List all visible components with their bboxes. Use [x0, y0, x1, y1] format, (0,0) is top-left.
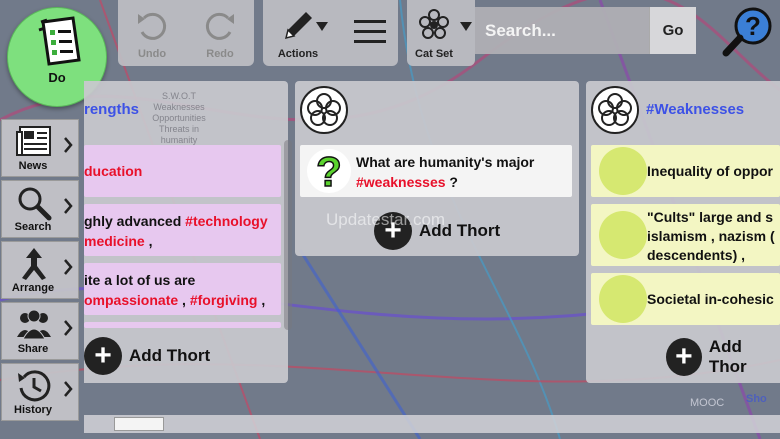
catset-caret-icon[interactable]	[460, 22, 472, 31]
nav-arrange-label: Arrange	[11, 282, 55, 294]
newspaper-icon	[16, 126, 51, 156]
nav-news[interactable]: News	[1, 119, 79, 177]
people-icon	[17, 309, 51, 340]
add-thort-label: Add Thor	[708, 337, 747, 376]
tag-technology[interactable]: #technology	[185, 213, 267, 229]
nav-arrange[interactable]: Arrange	[1, 241, 79, 299]
flower-icon	[307, 93, 341, 126]
redo-icon	[205, 12, 234, 40]
checklist-icon	[38, 16, 81, 66]
nav-news-label: News	[18, 160, 48, 172]
card-text: ghly advanced	[84, 213, 186, 229]
catset-group: Cat Set	[407, 0, 475, 66]
question-text: What are humanity's major	[356, 154, 535, 170]
hamburger-menu-icon	[353, 20, 386, 43]
watermark: Updatestar.com	[326, 210, 446, 229]
menu-button[interactable]	[341, 0, 398, 66]
clock-icon	[18, 370, 51, 402]
swot-faint-text: S.W.O.T Weaknesses Opportunities Threats…	[152, 91, 206, 145]
svg-text:?: ?	[316, 148, 342, 194]
magnifier-icon	[18, 187, 52, 221]
card-text: Societal in-cohesic	[647, 291, 774, 307]
flower-icon	[598, 93, 632, 126]
actions-caret-icon[interactable]	[316, 22, 328, 31]
undo-button[interactable]: Undo	[118, 0, 186, 66]
chevron-right-icon	[64, 198, 73, 214]
chevron-right-icon	[64, 259, 73, 275]
actions-label: Actions	[277, 48, 319, 60]
chevron-right-icon	[64, 320, 73, 336]
weakness-card-3[interactable]: Societal in-cohesic	[591, 273, 780, 325]
category-icon[interactable]	[591, 86, 639, 134]
catset-label: Cat Set	[415, 48, 453, 60]
nav-share-label: Share	[17, 343, 49, 355]
avatar	[599, 147, 647, 195]
tag-medicine[interactable]: medicine	[84, 233, 145, 249]
strength-card-1[interactable]: ducation	[84, 145, 281, 197]
search-input[interactable]	[475, 7, 649, 54]
redo-button[interactable]: Redo	[186, 0, 254, 66]
nav-search-label: Search	[14, 221, 52, 233]
strengths-title[interactable]: rengths	[84, 101, 139, 118]
card-text: descendents) ,	[647, 247, 746, 263]
strengths-column: rengths S.W.O.T Weaknesses Opportunities…	[84, 81, 288, 383]
actions-group: Actions	[263, 0, 398, 66]
tag-forgiving[interactable]: #forgiving	[190, 292, 258, 308]
actions-button[interactable]: Actions	[263, 0, 333, 66]
scrollbar-thumb[interactable]	[114, 417, 164, 431]
faint-label-sho: Sho	[746, 393, 767, 405]
undo-redo-group: Undo Redo	[118, 0, 254, 66]
help-search-icon[interactable]: ?	[722, 5, 774, 57]
card-text: ,	[178, 292, 190, 308]
strength-card-2[interactable]: ghly advanced #technology medicine ,	[84, 204, 281, 256]
chevron-right-icon	[64, 381, 73, 397]
plus-icon: +	[84, 337, 122, 375]
add-thort-label: Add Thort	[129, 346, 211, 365]
card-text: ,	[144, 233, 153, 249]
strength-card-3[interactable]: ite a lot of us are ompassionate , #forg…	[84, 263, 281, 315]
tag-weaknesses[interactable]: #weaknesses	[356, 174, 446, 190]
strength-card-4[interactable]	[84, 322, 281, 328]
add-thort-button[interactable]: + Add Thor	[666, 337, 780, 377]
weaknesses-title[interactable]: #Weaknesses	[646, 101, 744, 118]
category-icon[interactable]	[300, 86, 348, 134]
weakness-card-1[interactable]: Inequality of oppor	[591, 145, 780, 197]
avatar	[599, 211, 647, 259]
card-text: islamism , nazism (	[647, 228, 775, 244]
weakness-card-2[interactable]: "Cults" large and s islamism , nazism ( …	[591, 204, 780, 266]
undo-icon	[138, 12, 167, 40]
go-button[interactable]: Go	[649, 7, 696, 54]
svg-text:?: ?	[745, 11, 761, 41]
strengths-scrollbar[interactable]	[284, 140, 292, 330]
nav-history[interactable]: History	[1, 363, 79, 421]
question-card[interactable]: ? What are humanity's major #weaknesses …	[300, 145, 572, 197]
tag-compassionate[interactable]: ompassionate	[84, 292, 178, 308]
undo-label: Undo	[137, 48, 167, 60]
faint-label-mooc: MOOC	[690, 397, 725, 409]
plus-icon: +	[666, 338, 702, 376]
pencil-icon	[284, 12, 312, 40]
nav-search[interactable]: Search	[1, 180, 79, 238]
question-mark-icon: ?	[307, 148, 351, 194]
avatar	[599, 275, 647, 323]
card-text: ducation	[84, 163, 143, 179]
chevron-right-icon	[64, 137, 73, 153]
horizontal-scrollbar[interactable]	[84, 415, 780, 433]
arrange-arrows-icon	[22, 248, 46, 280]
card-text: ,	[257, 292, 266, 308]
question-suffix: ?	[445, 174, 458, 190]
nav-history-label: History	[14, 404, 52, 416]
card-text: Inequality of oppor	[647, 163, 773, 179]
card-text: ite a lot of us are	[84, 272, 196, 288]
redo-label: Redo	[206, 48, 234, 60]
add-thort-button[interactable]: + Add Thort	[84, 337, 210, 375]
weaknesses-column: #Weaknesses Inequality of oppor "Cults" …	[586, 81, 780, 383]
nav-share[interactable]: Share	[1, 302, 79, 360]
category-set-icon	[419, 9, 449, 39]
catset-button[interactable]: Cat Set	[407, 0, 461, 66]
card-text: "Cults" large and s	[647, 209, 774, 225]
